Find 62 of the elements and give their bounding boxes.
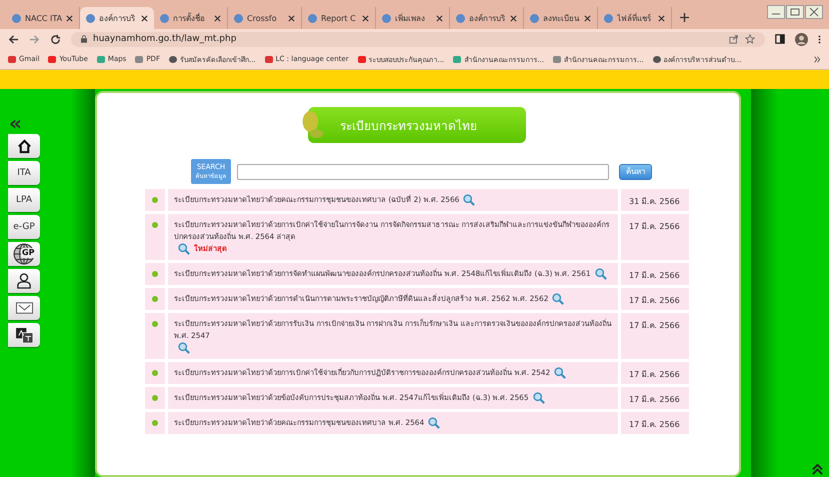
magnifier-icon[interactable] [463, 194, 476, 206]
bullet-icon [152, 395, 158, 402]
leaf-icon [300, 110, 326, 140]
collapse-button[interactable]: « [9, 115, 22, 131]
browser-tab[interactable]: องค์การบริ [80, 7, 154, 29]
magnifier-icon[interactable] [178, 243, 190, 256]
menu-icon[interactable] [818, 34, 821, 44]
sidebar-button[interactable]: ITA [8, 161, 40, 185]
magnifier-icon[interactable] [552, 293, 564, 306]
sidebar-button[interactable]: LPA [8, 188, 40, 212]
date-cell: 17 มี.ค. 2566 [621, 313, 689, 360]
close-icon[interactable] [510, 14, 517, 22]
sidebar-icon[interactable] [775, 34, 785, 44]
magnifier-icon[interactable] [532, 392, 545, 404]
close-icon[interactable] [436, 14, 443, 22]
close-icon[interactable] [288, 14, 295, 22]
home-icon [16, 138, 32, 154]
close-icon[interactable] [214, 14, 221, 22]
close-icon[interactable] [584, 14, 591, 22]
date-cell: 17 มี.ค. 2566 [621, 362, 689, 384]
more-bookmarks-icon[interactable] [814, 56, 821, 62]
address-bar[interactable]: huaynamhom.go.th/law_mt.php [71, 32, 765, 46]
translate-icon [16, 328, 32, 342]
sidebar-button[interactable] [8, 134, 40, 158]
person-icon [17, 273, 31, 289]
reload-icon[interactable] [50, 34, 61, 44]
date-cell: 31 มี.ค. 2566 [621, 189, 689, 212]
close-icon[interactable] [362, 14, 369, 22]
magnifier-icon[interactable] [428, 417, 440, 430]
bullet-icon [152, 296, 158, 302]
scroll-up-icon[interactable] [812, 464, 823, 475]
window-controls-icon[interactable] [767, 4, 823, 18]
date-cell: 17 มี.ค. 2566 [621, 263, 689, 286]
share-icon[interactable] [729, 34, 739, 44]
date-cell: 17 มี.ค. 2566 [621, 412, 689, 434]
magnifier-icon[interactable] [594, 268, 607, 280]
mail-icon [16, 302, 32, 314]
magnifier-icon[interactable] [178, 342, 190, 354]
avatar-icon[interactable] [795, 32, 808, 46]
star-icon[interactable] [745, 34, 755, 44]
bullet-icon [152, 321, 158, 328]
close-icon[interactable] [658, 14, 665, 22]
bullet-icon [152, 197, 158, 203]
sidebar-button[interactable]: GP [8, 242, 40, 266]
sidebar-button[interactable] [8, 269, 40, 293]
date-cell: 17 มี.ค. 2566 [621, 214, 689, 260]
bullet-icon [152, 222, 158, 228]
date-cell: 17 มี.ค. 2566 [621, 288, 689, 310]
search-field[interactable] [237, 164, 609, 180]
bullet-icon [152, 370, 158, 376]
close-icon[interactable] [141, 14, 148, 22]
bullet-icon [152, 271, 158, 278]
sidebar-button[interactable]: e-GP [8, 215, 40, 239]
close-icon[interactable] [66, 14, 73, 22]
magnifier-icon[interactable] [554, 367, 566, 380]
back-icon[interactable] [8, 34, 19, 44]
sidebar-button[interactable] [8, 323, 40, 347]
lock-icon [81, 35, 87, 43]
new-tab-icon[interactable] [680, 13, 689, 22]
sidebar-button[interactable] [8, 296, 40, 320]
date-cell: 17 มี.ค. 2566 [621, 387, 689, 410]
bullet-icon [152, 420, 158, 426]
